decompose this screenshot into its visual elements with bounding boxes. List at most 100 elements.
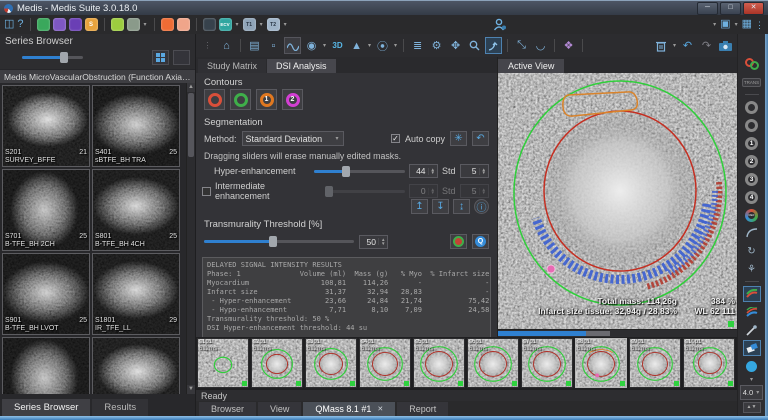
draw-line-tool-button[interactable]: ⤡ — [513, 37, 530, 54]
app-icon-ecv[interactable]: ECV — [219, 18, 232, 31]
stack-mode-button[interactable]: ≣ — [409, 37, 426, 54]
epi-contour-tool[interactable] — [743, 117, 761, 133]
roi1-contour-button[interactable]: 1 — [256, 89, 277, 110]
auto-copy-checkbox[interactable]: ✓ — [391, 134, 400, 143]
chevron-down-icon[interactable]: ▾ — [368, 42, 371, 49]
user-settings-icon[interactable] — [493, 18, 507, 31]
copy-to-next-button[interactable]: ↧ — [432, 199, 449, 214]
study-matrix-view-button[interactable] — [284, 37, 301, 54]
roi1-tool[interactable]: 1 — [743, 135, 761, 151]
app-icon-qmass[interactable] — [37, 18, 50, 31]
slice-thumbnail[interactable]: s6p1 612ms — [467, 338, 519, 388]
model-button[interactable]: ⦿ — [374, 37, 391, 54]
epi-contour-button[interactable] — [230, 89, 251, 110]
endo-contour-button[interactable] — [204, 89, 225, 110]
redo-button[interactable]: ↷ — [698, 37, 715, 54]
slice-thumbnail[interactable]: s1p1 612ms — [197, 338, 249, 388]
series-thumbnail[interactable] — [92, 337, 180, 394]
roi2-contour-button[interactable]: 2 — [282, 89, 303, 110]
series-thumbnail[interactable]: S901 25 B-TFE_BH LVOT — [2, 253, 90, 335]
layout-panels-icon[interactable]: ◫ — [4, 18, 14, 31]
tab-view[interactable]: View — [258, 402, 301, 416]
app-icon-dsi[interactable] — [161, 18, 174, 31]
series-thumbnail[interactable]: S201 21 SURVEY_BFFE — [2, 85, 90, 167]
draw-arc-tool-button[interactable]: ◡ — [532, 37, 549, 54]
transmurality-map-button[interactable]: TRANS — [743, 74, 761, 90]
intermediate-value-spinner[interactable]: 0▲▼ — [409, 184, 438, 198]
stepper-control[interactable]: ▲▼ — [743, 402, 761, 413]
delete-button[interactable] — [653, 37, 670, 54]
slice-thumbnail[interactable]: s4p1 612ms — [359, 338, 411, 388]
tab-qmass[interactable]: QMass 8.1 #1 ✕ — [303, 402, 395, 416]
slice-thumbnail[interactable]: s2p1 612ms — [251, 338, 303, 388]
slice-thumbnail-selected[interactable]: s8p1 612ms — [575, 338, 627, 388]
tab-browser[interactable]: Browser — [199, 402, 256, 416]
app-icon-qstrain[interactable]: S — [85, 18, 98, 31]
grab-tool[interactable]: ⚘ — [743, 261, 761, 277]
copy-to-previous-button[interactable]: ↥ — [411, 199, 428, 214]
help-icon[interactable]: ? — [17, 18, 23, 31]
arc-tool[interactable] — [743, 225, 761, 241]
tab-study-matrix[interactable]: Study Matrix — [198, 59, 266, 73]
titlebar[interactable]: Medis - Medis Suite 3.0.18.0 ─ □ ✕ — [0, 0, 768, 15]
revert-button[interactable]: ↶ — [472, 131, 489, 146]
tab-series-browser[interactable]: Series Browser — [2, 399, 90, 416]
polar-map-button[interactable] — [450, 234, 467, 249]
transmurality-spinner[interactable]: 50▲▼ — [359, 235, 388, 249]
zoom-tool-button[interactable] — [466, 37, 483, 54]
screen-sync-icon[interactable]: ▦ — [742, 18, 752, 31]
close-tab-icon[interactable]: ✕ — [377, 405, 383, 413]
active-view-tab[interactable]: Active View — [498, 59, 564, 73]
app-icon-function[interactable] — [111, 18, 124, 31]
scroll-down-icon[interactable]: ▼ — [187, 385, 195, 394]
chevron-down-icon[interactable]: ▾ — [735, 21, 738, 28]
app-icon-qflow2[interactable] — [69, 18, 82, 31]
qmass-report-button[interactable]: Q — [472, 234, 489, 249]
chevron-down-icon[interactable]: ▾ — [394, 42, 397, 49]
screen-layout-icon[interactable]: ▣ — [720, 18, 730, 31]
app-icon-qflow[interactable] — [53, 18, 66, 31]
3d-view-button[interactable]: 3D — [329, 37, 346, 54]
grid-view-button[interactable] — [152, 50, 169, 65]
chevron-down-icon[interactable]: ▾ — [144, 21, 147, 28]
maximize-button[interactable]: □ — [720, 2, 741, 15]
split-view-button[interactable]: ▫ — [265, 37, 282, 54]
hyper-std-spinner[interactable]: 5▲▼ — [460, 164, 489, 178]
roi4-tool[interactable]: 4 — [743, 189, 761, 205]
intermediate-slider[interactable] — [325, 190, 405, 193]
toolbar-grip-icon[interactable]: ⋮ — [199, 37, 216, 54]
info-icon[interactable]: ⓘ — [474, 199, 489, 214]
endo-contour-tool[interactable] — [743, 99, 761, 115]
app-icon-viewer[interactable] — [203, 18, 216, 31]
scrollbar-thumb[interactable] — [188, 93, 194, 157]
pipette-tool[interactable] — [743, 322, 761, 338]
pan-tool-button[interactable]: ✥ — [447, 37, 464, 54]
app-icon-dsi2[interactable] — [177, 18, 190, 31]
scroll-up-icon[interactable]: ▲ — [187, 83, 195, 92]
chevron-down-icon[interactable]: ▾ — [236, 21, 239, 28]
eraser-tool[interactable] — [743, 340, 761, 356]
intermediate-checkbox[interactable] — [202, 187, 211, 196]
app-icon-perfusion[interactable] — [127, 18, 140, 31]
app-icon-t1[interactable]: T1 — [243, 18, 256, 31]
tab-report[interactable]: Report — [397, 402, 448, 416]
method-select[interactable]: Standard Deviation ▾ — [242, 131, 344, 146]
opacity-select[interactable]: 4.0▾ — [740, 385, 763, 400]
close-button[interactable]: ✕ — [743, 2, 764, 15]
roi2-tool[interactable]: 2 — [743, 153, 761, 169]
reset-layout-button[interactable]: ⌂ — [218, 37, 235, 54]
contour-detect-tool-button[interactable] — [485, 37, 502, 54]
auto-segment-button[interactable]: ✳ — [450, 131, 467, 146]
chevron-down-icon[interactable]: ▾ — [260, 21, 263, 28]
slice-thumbnail[interactable]: s9p1 612ms — [629, 338, 681, 388]
thumbnail-size-slider[interactable] — [22, 56, 83, 59]
hyper-value-spinner[interactable]: 44▲▼ — [409, 164, 438, 178]
chevron-down-icon[interactable]: ▾ — [323, 42, 326, 49]
chevron-down-icon[interactable]: ▾ — [284, 21, 287, 28]
chevron-down-icon[interactable]: ▾ — [713, 21, 716, 28]
overflow-menu-icon[interactable]: ⋮ — [755, 22, 764, 28]
report-view-button[interactable]: ▤ — [246, 37, 263, 54]
ref-contour-tool[interactable]: REF — [743, 207, 761, 223]
es-ed-phase-icon[interactable] — [743, 56, 761, 72]
intermediate-std-spinner[interactable]: 5▲▼ — [460, 184, 489, 198]
